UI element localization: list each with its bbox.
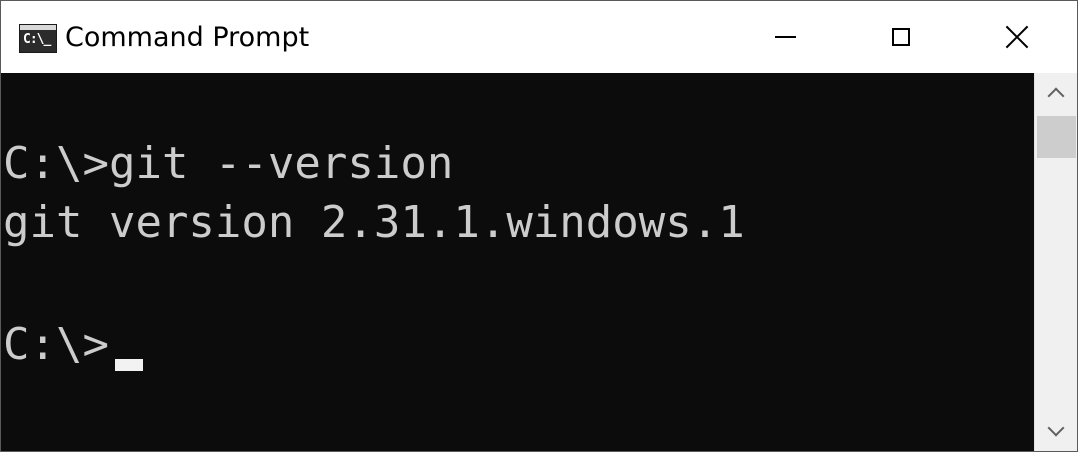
chevron-up-icon	[1047, 87, 1065, 105]
window-title: Command Prompt	[65, 22, 310, 53]
text-cursor	[115, 359, 143, 371]
icon-title-strip	[20, 25, 56, 30]
maximize-button[interactable]	[843, 1, 959, 73]
minimize-icon	[774, 36, 796, 38]
minimize-button[interactable]	[727, 1, 843, 73]
console-line-output: git version 2.31.1.windows.1	[3, 197, 745, 248]
scroll-up-button[interactable]	[1035, 73, 1077, 113]
title-bar[interactable]: C:\_ Command Prompt	[1, 1, 1077, 73]
close-button[interactable]	[959, 1, 1075, 73]
console-line-command: C:\>git --version	[3, 138, 454, 189]
close-icon	[1006, 26, 1028, 48]
icon-label: C:\_	[23, 32, 51, 47]
vertical-scrollbar[interactable]	[1034, 73, 1077, 451]
scrollbar-thumb[interactable]	[1037, 116, 1076, 158]
command-prompt-icon[interactable]: C:\_	[19, 24, 57, 53]
console-line-prompt: C:\>	[3, 319, 109, 370]
console-output[interactable]: C:\>git --version git version 2.31.1.win…	[1, 73, 1034, 451]
scroll-down-button[interactable]	[1035, 411, 1077, 451]
maximize-icon	[892, 28, 910, 46]
chevron-down-icon	[1047, 419, 1065, 437]
command-prompt-window: C:\_ Command Prompt C:\>git --version gi…	[0, 0, 1078, 452]
